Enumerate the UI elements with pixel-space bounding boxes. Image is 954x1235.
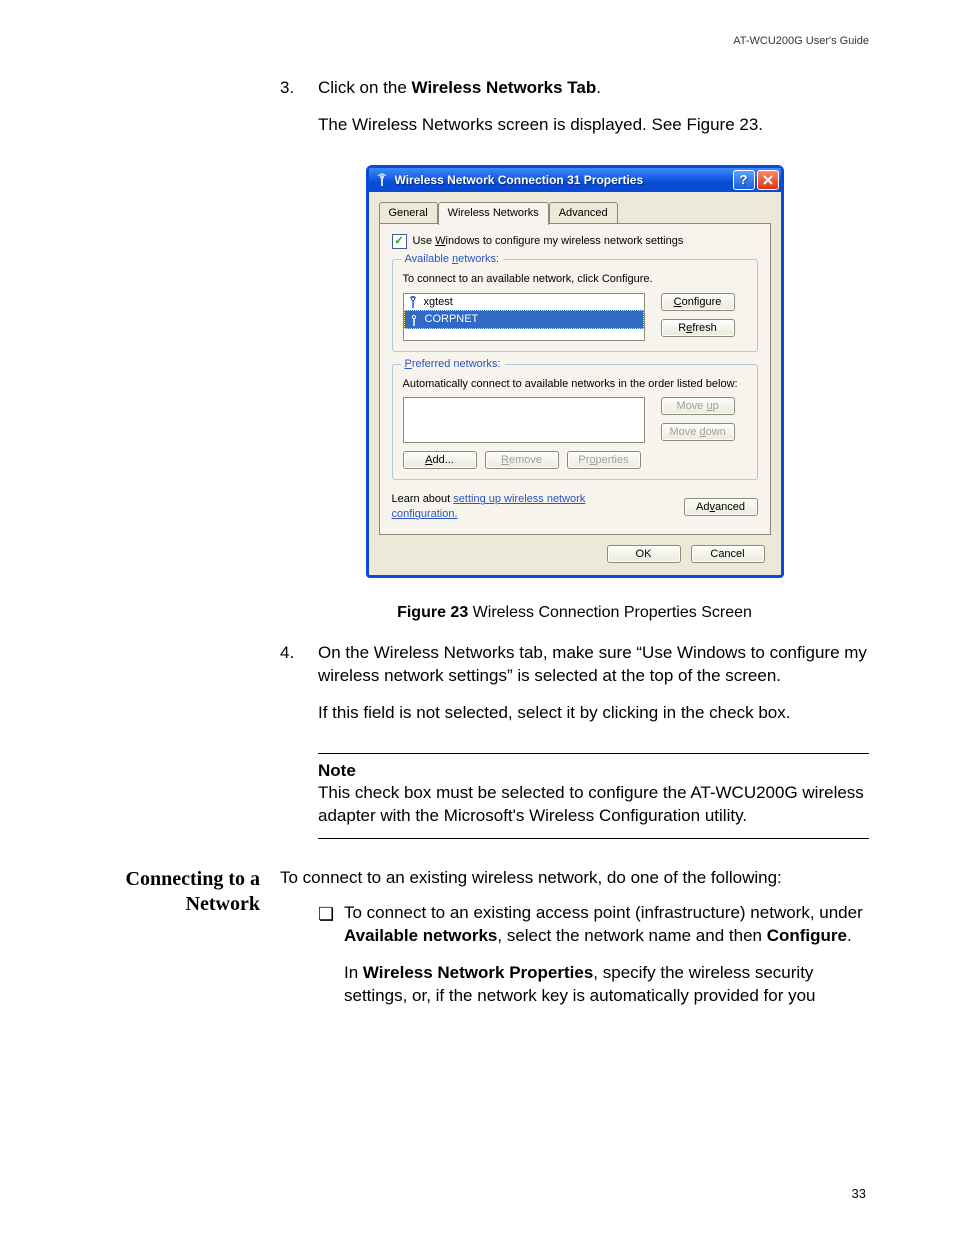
wireless-icon (375, 173, 389, 187)
dialog-title: Wireless Network Connection 31 Propertie… (395, 172, 731, 188)
connect-intro: To connect to an existing wireless netwo… (280, 867, 869, 890)
preferred-networks-list[interactable] (403, 397, 645, 443)
section-heading: Connecting to a Network (85, 867, 260, 917)
add-button[interactable]: Add... (403, 451, 477, 469)
step-3: 3. Click on the Wireless Networks Tab. T… (280, 77, 869, 151)
step-number: 4. (280, 642, 318, 739)
preferred-networks-title: Preferred networks: (401, 357, 505, 372)
tab-general[interactable]: General (379, 202, 438, 224)
note-box: Note This check box must be selected to … (318, 753, 869, 840)
step-4: 4. On the Wireless Networks tab, make su… (280, 642, 869, 739)
xp-dialog: Wireless Network Connection 31 Propertie… (366, 165, 784, 578)
step-number: 3. (280, 77, 318, 151)
step-3-line2: The Wireless Networks screen is displaye… (318, 114, 869, 137)
list-item[interactable]: xgtest (404, 294, 644, 311)
refresh-button[interactable]: Refresh (661, 319, 735, 337)
antenna-icon (408, 296, 418, 308)
note-title: Note (318, 760, 869, 783)
available-networks-list[interactable]: xgtest CORPNET (403, 293, 645, 341)
remove-button[interactable]: Remove (485, 451, 559, 469)
step-3-line1: Click on the Wireless Networks Tab. (318, 77, 869, 100)
preferred-networks-group: Preferred networks: Automatically connec… (392, 364, 758, 481)
advanced-button[interactable]: Advanced (684, 498, 758, 516)
move-up-button[interactable]: Move up (661, 397, 735, 415)
tab-panel: ✓ Use Windows to configure my wireless n… (379, 223, 771, 535)
preferred-instruction: Automatically connect to available netwo… (403, 377, 747, 392)
bullet-item: ❏ To connect to an existing access point… (318, 902, 869, 1022)
available-networks-title: Available networks: (401, 252, 504, 267)
titlebar[interactable]: Wireless Network Connection 31 Propertie… (369, 168, 781, 192)
learn-about-text: Learn about setting up wireless network … (392, 492, 642, 522)
figure-caption: Figure 23 Wireless Connection Properties… (280, 602, 869, 624)
header-doc-title: AT-WCU200G User's Guide (85, 35, 869, 47)
page-number: 33 (852, 1186, 866, 1201)
properties-button[interactable]: Properties (567, 451, 641, 469)
cancel-button[interactable]: Cancel (691, 545, 765, 563)
use-windows-checkbox[interactable]: ✓ Use Windows to configure my wireless n… (392, 234, 758, 249)
figure-23: Wireless Network Connection 31 Propertie… (280, 165, 869, 578)
step-4-p2: If this field is not selected, select it… (318, 702, 869, 725)
help-button[interactable]: ? (733, 170, 755, 190)
tab-bar: General Wireless Networks Advanced (379, 200, 771, 223)
list-item[interactable]: CORPNET (404, 310, 644, 329)
move-down-button[interactable]: Move down (661, 423, 735, 441)
available-networks-group: Available networks: To connect to an ava… (392, 259, 758, 352)
note-text: This check box must be selected to confi… (318, 782, 869, 828)
step-4-p1: On the Wireless Networks tab, make sure … (318, 642, 869, 688)
configure-button[interactable]: Configure (661, 293, 735, 311)
checkbox-bullet-icon: ❏ (318, 902, 344, 1022)
ok-button[interactable]: OK (607, 545, 681, 563)
antenna-icon (409, 314, 419, 326)
close-button[interactable] (757, 170, 779, 190)
tab-advanced[interactable]: Advanced (549, 202, 618, 224)
available-instruction: To connect to an available network, clic… (403, 272, 747, 287)
tab-wireless-networks[interactable]: Wireless Networks (438, 202, 549, 225)
checkbox-icon[interactable]: ✓ (392, 234, 407, 249)
